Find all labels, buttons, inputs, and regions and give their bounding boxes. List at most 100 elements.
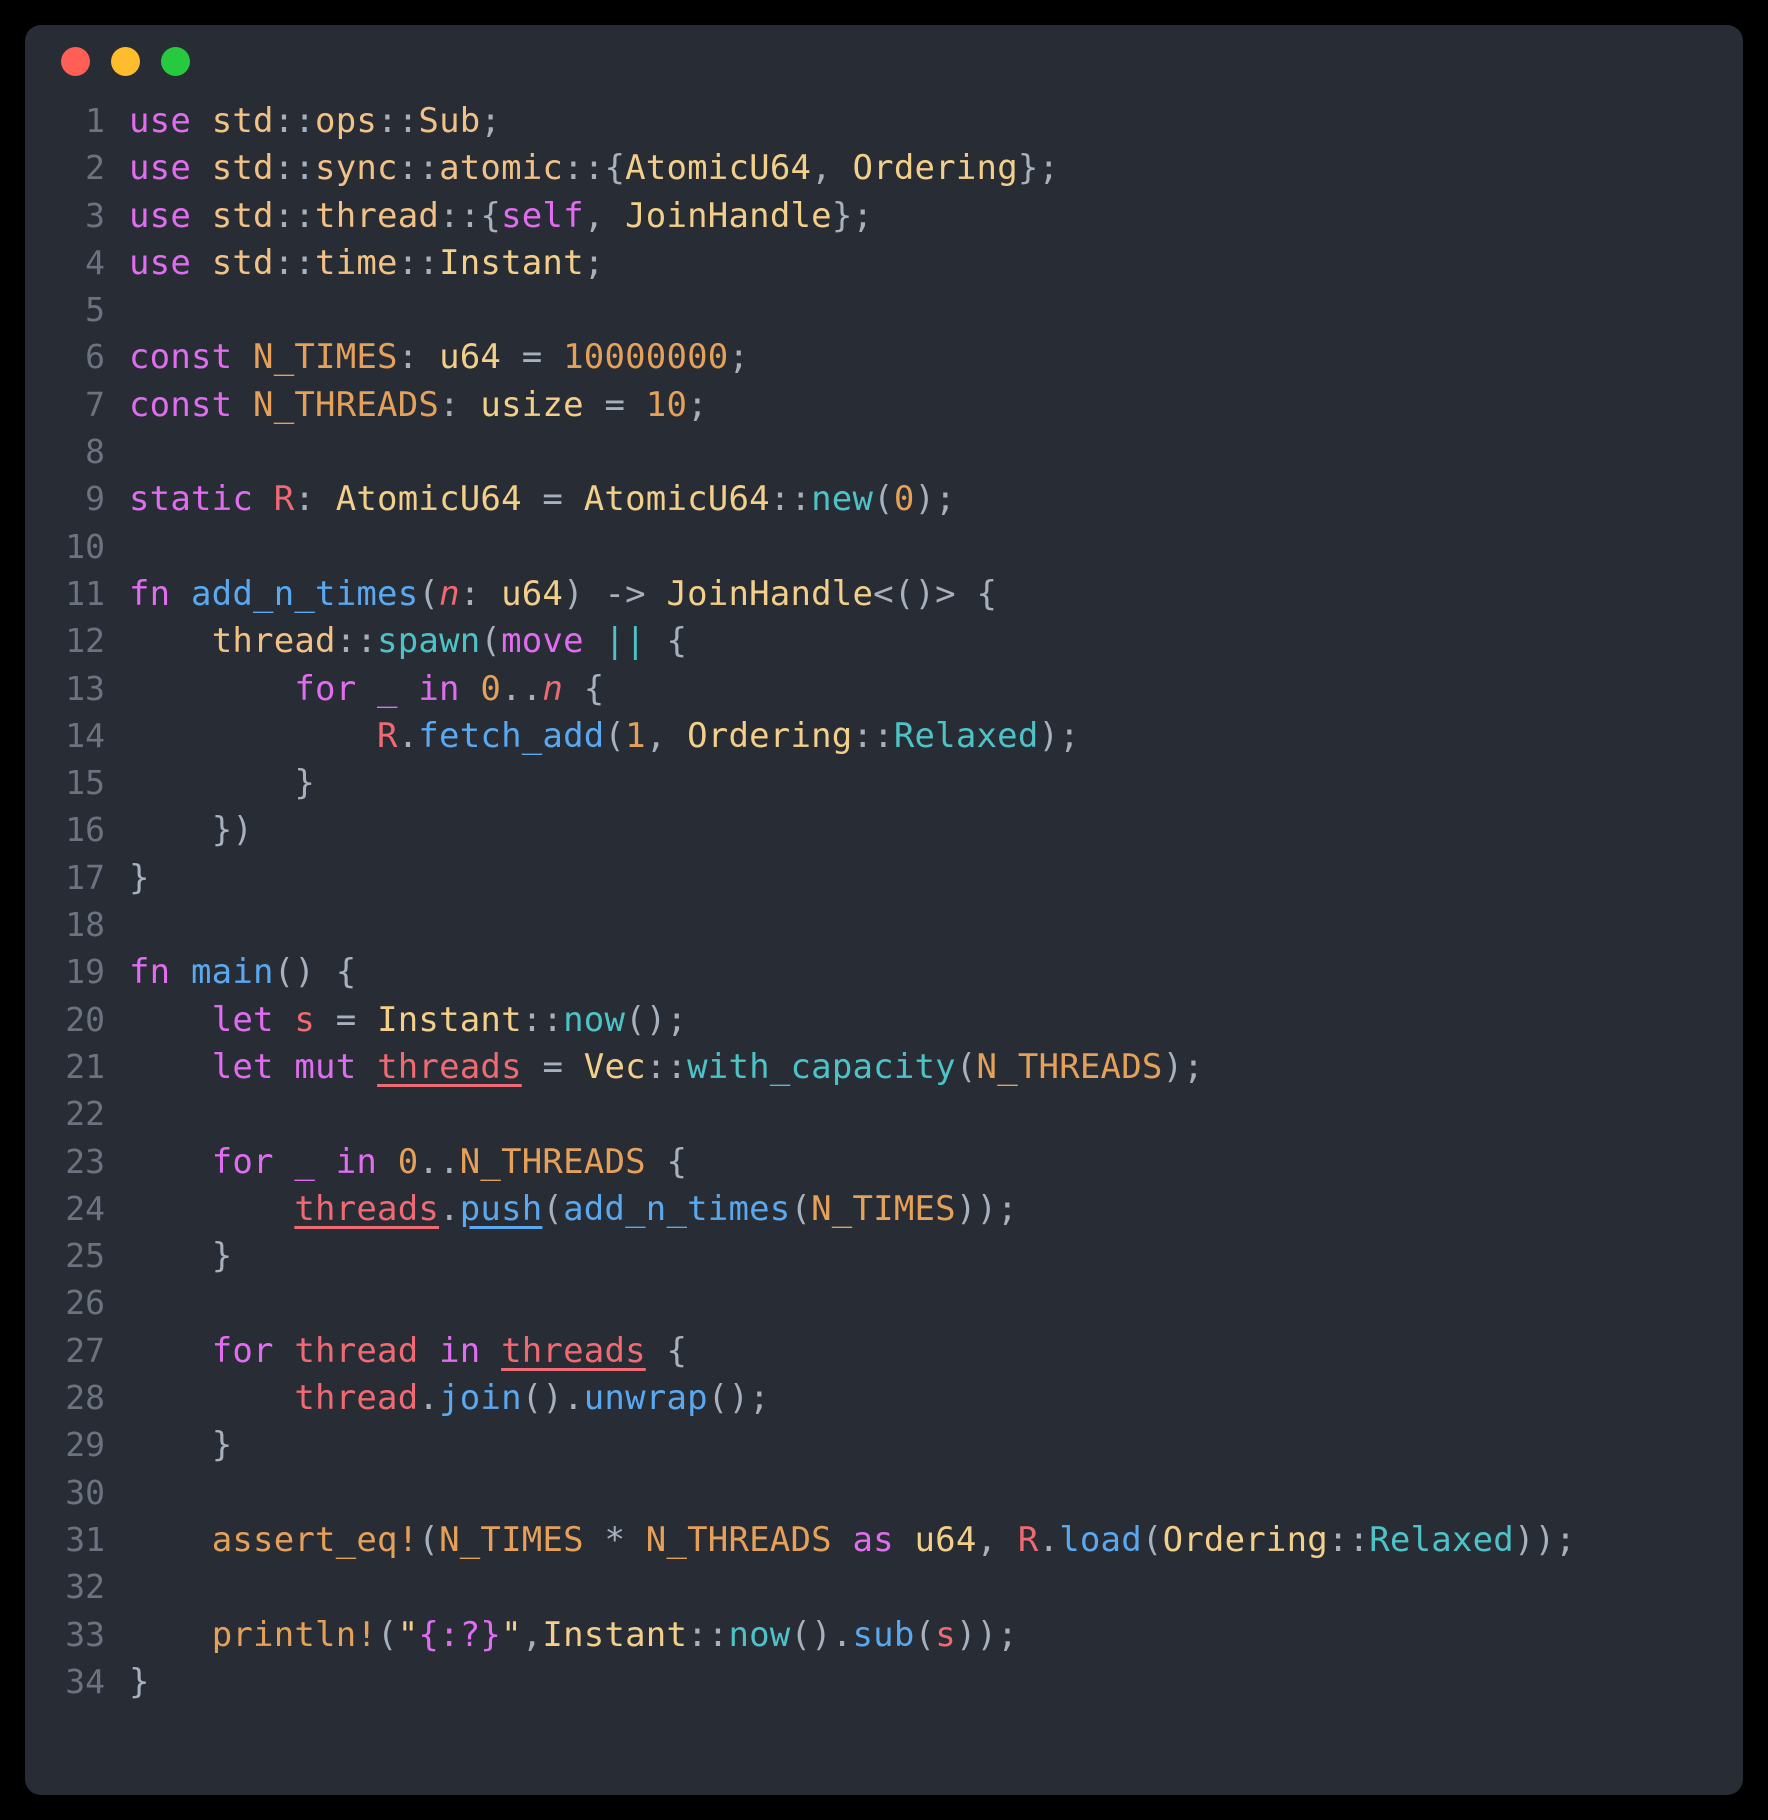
code-line: 7 const N_THREADS: usize = 10; <box>25 381 1743 428</box>
line-number: 2 <box>85 148 105 188</box>
line-content[interactable]: R.fetch_add(1, Ordering::Relaxed); <box>129 713 1080 760</box>
code-line: 26 <box>25 1279 1743 1326</box>
line-number: 29 <box>65 1425 105 1465</box>
code-line: 31 assert_eq!(N_TIMES * N_THREADS as u64… <box>25 1516 1743 1563</box>
line-content[interactable]: fn add_n_times(n: u64) -> JoinHandle<()>… <box>129 571 997 618</box>
line-content[interactable]: let s = Instant::now(); <box>129 997 687 1044</box>
line-content[interactable]: threads.push(add_n_times(N_TIMES)); <box>129 1186 1018 1233</box>
line-content[interactable]: } <box>129 1422 232 1469</box>
line-content[interactable]: } <box>129 855 150 902</box>
code-line: 29 } <box>25 1421 1743 1468</box>
code-line: 23 for _ in 0..N_THREADS { <box>25 1138 1743 1185</box>
code-line: 1 use std::ops::Sub; <box>25 97 1743 144</box>
code-line: 30 <box>25 1469 1743 1516</box>
line-content[interactable]: } <box>129 1233 232 1280</box>
code-line: 14 R.fetch_add(1, Ordering::Relaxed); <box>25 712 1743 759</box>
line-content[interactable] <box>129 1280 150 1327</box>
line-content[interactable]: const N_THREADS: usize = 10; <box>129 382 708 429</box>
code-line: 27 for thread in threads { <box>25 1327 1743 1374</box>
code-line: 32 <box>25 1563 1743 1610</box>
window-titlebar <box>25 25 1743 97</box>
line-content[interactable] <box>129 1564 150 1611</box>
line-number: 6 <box>85 337 105 377</box>
line-number: 22 <box>65 1094 105 1134</box>
line-content[interactable]: use std::ops::Sub; <box>129 98 501 145</box>
line-number: 32 <box>65 1567 105 1607</box>
line-content[interactable]: use std::time::Instant; <box>129 240 604 287</box>
line-content[interactable]: fn main() { <box>129 949 356 996</box>
maximize-button[interactable] <box>161 46 190 76</box>
line-number: 27 <box>65 1330 105 1370</box>
code-line: 24 threads.push(add_n_times(N_TIMES)); <box>25 1185 1743 1232</box>
line-number: 16 <box>65 810 105 850</box>
line-number: 30 <box>65 1472 105 1512</box>
code-line: 19 fn main() { <box>25 948 1743 995</box>
line-number: 21 <box>65 1046 105 1086</box>
code-line: 17 } <box>25 854 1743 901</box>
code-line: 18 <box>25 901 1743 948</box>
code-line: 13 for _ in 0..n { <box>25 665 1743 712</box>
line-number: 31 <box>65 1519 105 1559</box>
code-line: 25 } <box>25 1232 1743 1279</box>
line-content[interactable] <box>129 287 150 334</box>
line-number: 7 <box>85 384 105 424</box>
code-line: 4 use std::time::Instant; <box>25 239 1743 286</box>
line-content[interactable]: } <box>129 760 315 807</box>
line-content[interactable] <box>129 1091 150 1138</box>
line-content[interactable]: for _ in 0..n { <box>129 666 604 713</box>
line-content[interactable]: for thread in threads { <box>129 1328 687 1375</box>
line-number: 12 <box>65 621 105 661</box>
line-content[interactable]: static R: AtomicU64 = AtomicU64::new(0); <box>129 476 956 523</box>
line-number: 15 <box>65 763 105 803</box>
line-content[interactable]: use std::thread::{self, JoinHandle}; <box>129 193 873 240</box>
code-line: 28 thread.join().unwrap(); <box>25 1374 1743 1421</box>
line-number: 17 <box>65 857 105 897</box>
code-line: 2 use std::sync::atomic::{AtomicU64, Ord… <box>25 144 1743 191</box>
line-number: 25 <box>65 1236 105 1276</box>
code-line: 3 use std::thread::{self, JoinHandle}; <box>25 192 1743 239</box>
line-number: 19 <box>65 952 105 992</box>
line-number: 26 <box>65 1283 105 1323</box>
line-number: 23 <box>65 1141 105 1181</box>
line-content[interactable]: use std::sync::atomic::{AtomicU64, Order… <box>129 145 1059 192</box>
code-line: 33 println!("{:?}",Instant::now().sub(s)… <box>25 1611 1743 1658</box>
line-content[interactable]: for _ in 0..N_THREADS { <box>129 1139 687 1186</box>
line-number: 10 <box>65 526 105 566</box>
minimize-button[interactable] <box>111 46 140 76</box>
line-content[interactable] <box>129 429 150 476</box>
line-content[interactable]: }) <box>129 807 253 854</box>
code-line: 22 <box>25 1090 1743 1137</box>
line-number: 34 <box>65 1661 105 1701</box>
line-content[interactable]: thread::spawn(move || { <box>129 618 687 665</box>
line-number: 4 <box>85 242 105 282</box>
line-content[interactable]: } <box>129 1659 150 1706</box>
line-number: 3 <box>85 195 105 235</box>
code-line: 9 static R: AtomicU64 = AtomicU64::new(0… <box>25 475 1743 522</box>
line-number: 20 <box>65 999 105 1039</box>
line-number: 8 <box>85 432 105 472</box>
line-content[interactable] <box>129 902 150 949</box>
code-line: 20 let s = Instant::now(); <box>25 996 1743 1043</box>
close-button[interactable] <box>61 46 90 76</box>
line-number: 1 <box>85 101 105 140</box>
code-line: 15 } <box>25 759 1743 806</box>
line-number: 5 <box>85 290 105 330</box>
line-number: 18 <box>65 905 105 945</box>
line-content[interactable]: let mut threads = Vec::with_capacity(N_T… <box>129 1044 1204 1091</box>
line-content[interactable]: assert_eq!(N_TIMES * N_THREADS as u64, R… <box>129 1517 1576 1564</box>
code-line: 12 thread::spawn(move || { <box>25 617 1743 664</box>
line-content[interactable]: const N_TIMES: u64 = 10000000; <box>129 334 749 381</box>
code-line: 16 }) <box>25 806 1743 853</box>
code-line: 34 } <box>25 1658 1743 1705</box>
line-content[interactable] <box>129 524 150 571</box>
code-line: 11 fn add_n_times(n: u64) -> JoinHandle<… <box>25 570 1743 617</box>
line-number: 28 <box>65 1378 105 1418</box>
line-content[interactable]: println!("{:?}",Instant::now().sub(s)); <box>129 1612 1018 1659</box>
line-content[interactable]: thread.join().unwrap(); <box>129 1375 770 1422</box>
code-line: 8 <box>25 428 1743 475</box>
line-number: 24 <box>65 1188 105 1228</box>
line-number: 33 <box>65 1614 105 1654</box>
code-editor[interactable]: 1 use std::ops::Sub; 2 use std::sync::at… <box>25 97 1743 1705</box>
code-line: 21 let mut threads = Vec::with_capacity(… <box>25 1043 1743 1090</box>
line-content[interactable] <box>129 1470 150 1517</box>
